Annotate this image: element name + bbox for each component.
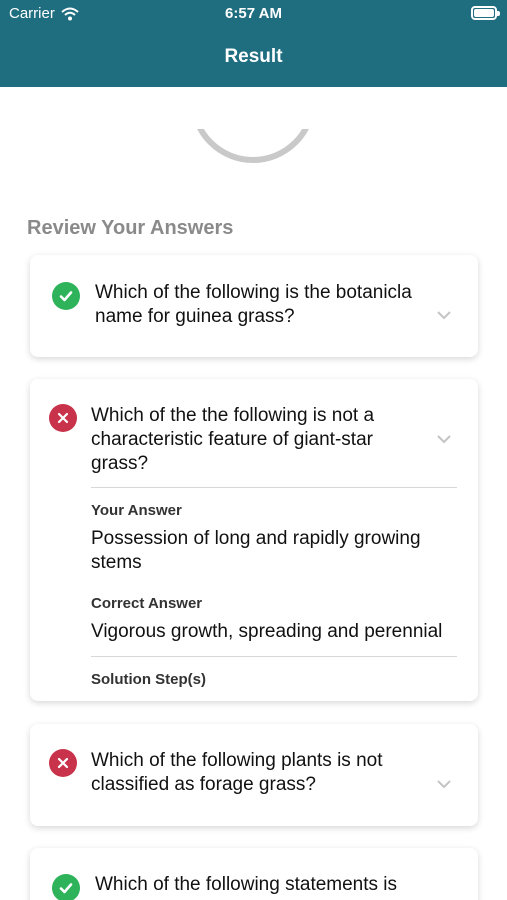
question-text: Which of the following plants is not cla… [91,750,383,795]
chevron-down-icon[interactable] [436,433,452,445]
divider [91,487,457,488]
score-gauge [190,129,316,163]
wrong-x-icon [49,749,77,777]
score-gauge-ring [190,129,316,163]
correct-answer-label: Correct Answer [91,595,203,612]
review-title: Review Your Answers [27,217,234,239]
question-card-1[interactable]: Which of the following is the botanicla … [30,255,478,357]
status-bar: Carrier 6:57 AM [0,0,507,28]
divider [91,656,457,657]
question-card-3[interactable]: Which of the following plants is not cla… [30,724,478,826]
your-answer-label: Your Answer [91,502,182,519]
question-card-2[interactable]: Which of the the following is not a char… [30,379,478,701]
top-bar: Carrier 6:57 AM Result [0,0,507,87]
battery-icon [471,6,500,20]
correct-answer-text: Vigorous growth, spreading and perennial [91,621,443,642]
solution-steps-label[interactable]: Solution Step(s) [91,671,206,688]
chevron-down-icon[interactable] [436,778,452,790]
chevron-down-icon[interactable] [436,309,452,321]
question-text: Which of the following is the botanicla … [95,282,412,327]
your-answer-text: Possession of long and rapidly growing s… [91,528,421,573]
question-text: Which of the following statements is [95,874,398,895]
status-time: 6:57 AM [225,5,282,22]
question-text: Which of the the following is not a char… [91,405,375,474]
correct-check-icon [52,874,80,900]
wrong-x-icon [49,404,77,432]
question-card-4[interactable]: Which of the following statements is [30,848,478,900]
correct-check-icon [52,282,80,310]
page-title: Result [224,46,283,67]
